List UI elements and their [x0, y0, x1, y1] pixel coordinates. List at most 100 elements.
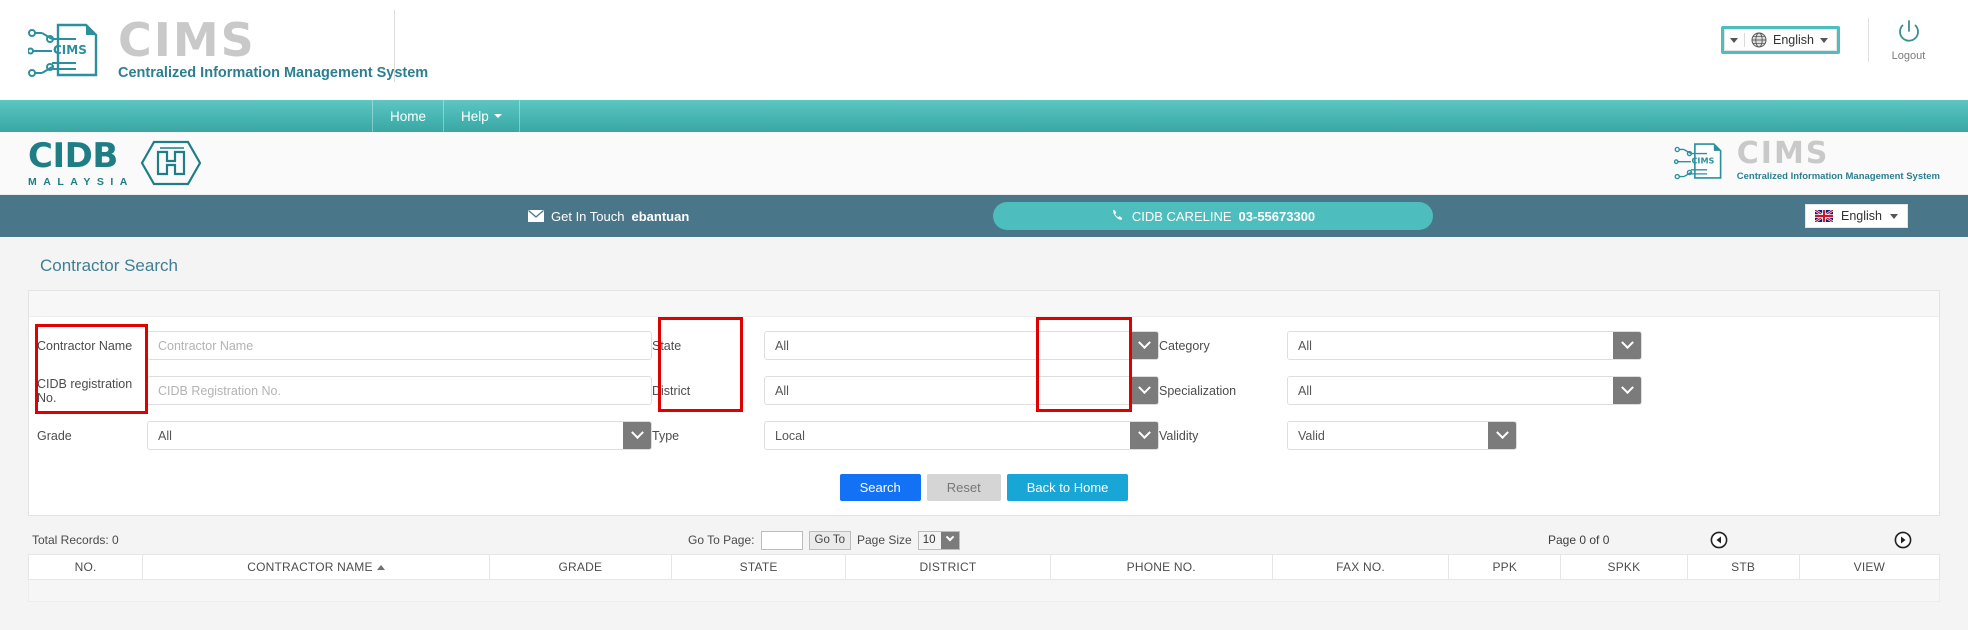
chevron-down-icon[interactable]	[1613, 332, 1641, 359]
cims-document-circuit-icon: CIMS	[28, 23, 98, 77]
district-select-value: All	[775, 383, 789, 398]
column-header-state[interactable]: STATE	[670, 554, 847, 580]
empty-results-row	[28, 580, 1940, 602]
column-header-fax-no[interactable]: FAX NO.	[1271, 554, 1450, 580]
globe-icon	[1751, 32, 1767, 48]
search-form-grid: Contractor Name State All Category All C…	[29, 317, 1939, 466]
total-records-label: Total Records: 0	[32, 533, 119, 547]
language-selector-top[interactable]: English	[1721, 26, 1840, 54]
contact-bar: Get In Touch ebantuan CIDB CARELINE 03-5…	[0, 195, 1968, 237]
column-label: SPKK	[1607, 560, 1641, 574]
type-select[interactable]: Local	[764, 421, 1159, 450]
chevron-down-icon[interactable]	[1130, 422, 1158, 449]
chevron-down-icon[interactable]	[1488, 422, 1516, 449]
careline-button[interactable]: CIDB CARELINE 03-55673300	[993, 202, 1433, 230]
field-type: Local	[764, 421, 1159, 450]
reset-button[interactable]: Reset	[926, 474, 1001, 501]
label-specialization: Specialization	[1159, 383, 1237, 398]
caret-down-icon	[1730, 37, 1738, 43]
nav-item-home[interactable]: Home	[372, 100, 445, 132]
language-selector-contactbar[interactable]: English	[1805, 204, 1908, 228]
column-label: STB	[1731, 560, 1756, 574]
column-header-phone-no[interactable]: PHONE NO.	[1049, 554, 1273, 580]
label-contractor-name: Contractor Name	[37, 338, 133, 353]
specialization-select[interactable]: All	[1287, 376, 1642, 405]
nav-item-help[interactable]: Help	[444, 100, 520, 132]
uk-flag-icon	[1815, 210, 1833, 222]
page-size-select[interactable]: 10	[917, 530, 961, 550]
label-grade: Grade	[37, 428, 72, 443]
form-action-buttons: Search Reset Back to Home	[29, 466, 1939, 515]
field-grade: All	[147, 421, 652, 450]
search-form-panel: Contractor Name State All Category All C…	[28, 290, 1940, 516]
logout-button[interactable]: Logout	[1868, 18, 1940, 62]
page-size-label: Page Size	[856, 533, 912, 547]
contractor-name-input[interactable]	[147, 331, 652, 360]
column-header-grade[interactable]: GRADE	[488, 554, 672, 580]
back-to-home-button[interactable]: Back to Home	[1006, 474, 1129, 501]
label-type: Type	[652, 428, 680, 443]
label-state: State	[652, 338, 682, 353]
label-category: Category	[1159, 338, 1210, 353]
language-label-top: English	[1773, 33, 1814, 47]
cims-tagline: Centralized Information Management Syste…	[118, 64, 429, 81]
chevron-down-icon[interactable]	[1613, 377, 1641, 404]
chevron-down-icon[interactable]	[623, 422, 651, 449]
header-divider	[394, 10, 395, 82]
type-select-value: Local	[775, 428, 805, 443]
grade-select[interactable]: All	[147, 421, 652, 450]
divider	[1744, 33, 1745, 47]
label-cidb-registration-no: CIDB registration No.	[37, 376, 133, 405]
validity-select[interactable]: Valid	[1287, 421, 1517, 450]
main-navigation-bar: Home Help	[0, 100, 1968, 132]
category-select-value: All	[1298, 338, 1312, 353]
chevron-down-icon[interactable]	[1130, 377, 1158, 404]
cims-document-circuit-icon: CIMS	[1673, 143, 1722, 180]
page-size-value: 10	[922, 534, 936, 546]
sort-ascending-icon	[376, 565, 385, 570]
column-header-no[interactable]: NO.	[27, 554, 144, 580]
nav-item-home-label: Home	[390, 108, 427, 124]
cidb-registration-no-input[interactable]	[147, 376, 652, 405]
state-select[interactable]: All	[764, 331, 1159, 360]
column-label: DISTRICT	[919, 560, 977, 574]
svg-text:CIMS: CIMS	[53, 43, 87, 57]
field-district: All	[764, 376, 1159, 405]
category-select[interactable]: All	[1287, 331, 1642, 360]
table-header-row: NO. CONTRACTOR NAME GRADE STATE DISTRICT…	[27, 554, 1941, 580]
column-label: STATE	[739, 560, 778, 574]
search-button[interactable]: Search	[839, 474, 921, 501]
get-in-touch-link[interactable]: Get In Touch ebantuan	[528, 209, 689, 224]
cims-wordmark: CIMS	[1736, 136, 1830, 172]
column-label: CONTRACTOR NAME	[247, 560, 373, 574]
column-header-spkk[interactable]: SPKK	[1560, 554, 1688, 580]
grade-select-value: All	[158, 428, 172, 443]
chevron-down-icon[interactable]	[1130, 332, 1158, 359]
previous-page-icon[interactable]	[1710, 531, 1728, 549]
column-header-stb[interactable]: STB	[1686, 554, 1800, 580]
column-header-view[interactable]: VIEW	[1798, 554, 1941, 580]
chevron-down-icon	[1820, 37, 1828, 43]
cidb-malaysia-label: MALAYSIA	[28, 175, 134, 188]
nav-item-help-label: Help	[461, 108, 489, 124]
page-title: Contractor Search	[40, 256, 178, 275]
svg-text:CIMS: CIMS	[1691, 156, 1714, 166]
district-select[interactable]: All	[764, 376, 1159, 405]
next-page-icon[interactable]	[1894, 531, 1912, 549]
phone-icon	[1112, 210, 1122, 220]
column-label: GRADE	[558, 560, 603, 574]
column-header-ppk[interactable]: PPK	[1448, 554, 1562, 580]
chevron-down-icon	[493, 114, 502, 118]
column-header-district[interactable]: DISTRICT	[845, 554, 1051, 580]
field-cidb-registration-no	[147, 376, 652, 405]
field-specialization: All	[1287, 376, 1642, 405]
go-to-button[interactable]: Go To	[808, 530, 851, 550]
language-label-contactbar: English	[1841, 209, 1882, 223]
chevron-down-icon[interactable]	[941, 531, 960, 549]
column-header-contractor-name[interactable]: CONTRACTOR NAME	[142, 554, 490, 580]
validity-select-value: Valid	[1298, 428, 1325, 443]
cims-wordmark: CIMS	[118, 13, 256, 68]
careline-number: 03-55673300	[1238, 208, 1316, 224]
column-label: FAX NO.	[1336, 560, 1385, 574]
go-to-page-input[interactable]	[760, 530, 803, 550]
